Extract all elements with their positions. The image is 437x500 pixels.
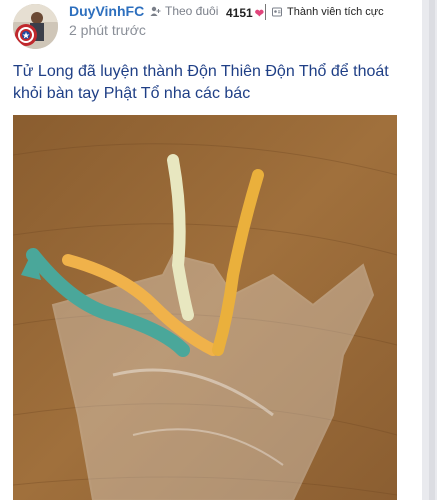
scrollbar[interactable] [429, 0, 435, 500]
member-rank: Thành viên tích cực [272, 6, 384, 18]
header-divider [265, 4, 266, 20]
avatar[interactable] [13, 4, 58, 49]
username-link[interactable]: DuyVinhFC [69, 3, 144, 19]
follow-label: Theo đuôi [165, 4, 219, 18]
like-count: 4151 ❤ [226, 6, 264, 20]
post-image[interactable] [13, 115, 397, 500]
person-add-icon [150, 6, 161, 16]
rank-label: Thành viên tích cực [287, 6, 384, 18]
like-count-value: 4151 [226, 6, 253, 20]
post-card: DuyVinhFC Theo đuôi 4151 ❤ Thành viên tí… [0, 0, 422, 500]
member-badge-icon [272, 7, 282, 17]
post-body-text: Tử Long đã luyện thành Độn Thiên Độn Thổ… [13, 63, 389, 102]
follow-button[interactable]: Theo đuôi [150, 4, 218, 18]
heart-icon: ❤ [254, 7, 264, 20]
post-timestamp[interactable]: 2 phút trước [69, 22, 146, 38]
